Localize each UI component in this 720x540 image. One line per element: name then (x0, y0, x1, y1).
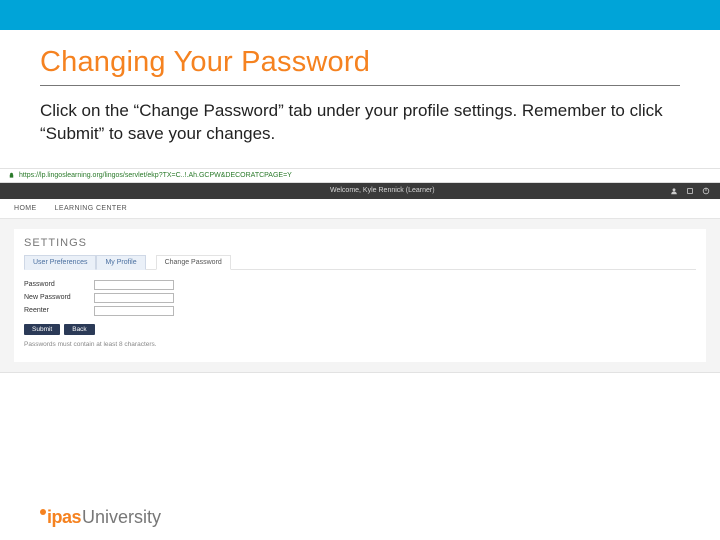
slide-body: Click on the “Change Password” tab under… (40, 100, 680, 146)
logo-suffix: University (82, 507, 161, 528)
top-bar-icons (670, 187, 710, 195)
label-password: Password (24, 281, 94, 288)
logo-dot-icon (40, 509, 46, 515)
url-text: https://lp.lingoslearning.org/lingos/ser… (19, 172, 292, 179)
main-nav: HOME LEARNING CENTER (0, 199, 720, 219)
tab-change-password[interactable]: Change Password (156, 255, 231, 270)
input-password[interactable] (94, 280, 174, 290)
tab-my-profile[interactable]: My Profile (96, 255, 145, 270)
submit-button[interactable]: Submit (24, 324, 60, 335)
browser-address-bar: https://lp.lingoslearning.org/lingos/ser… (0, 169, 720, 183)
nav-learning-center[interactable]: LEARNING CENTER (55, 205, 128, 212)
tab-user-preferences[interactable]: User Preferences (24, 255, 96, 270)
settings-tabs: User Preferences My Profile Change Passw… (24, 255, 696, 270)
back-button[interactable]: Back (64, 324, 94, 335)
logout-icon[interactable] (702, 187, 710, 195)
lock-icon (8, 172, 15, 179)
slide-content: Changing Your Password Click on the “Cha… (0, 30, 720, 146)
input-new-password[interactable] (94, 293, 174, 303)
settings-panel: SETTINGS User Preferences My Profile Cha… (14, 229, 706, 362)
input-reenter[interactable] (94, 306, 174, 316)
button-row: Submit Back (24, 324, 696, 335)
footer-logo: ipas University (40, 507, 161, 528)
app-top-bar: Welcome, Kyle Rennick (Learner) (0, 183, 720, 199)
settings-icon[interactable] (686, 187, 694, 195)
user-icon[interactable] (670, 187, 678, 195)
row-password: Password (24, 280, 696, 290)
password-hint: Passwords must contain at least 8 charac… (24, 341, 696, 348)
row-new-password: New Password (24, 293, 696, 303)
settings-heading: SETTINGS (24, 237, 696, 249)
label-reenter: Reenter (24, 307, 94, 314)
welcome-text: Welcome, Kyle Rennick (Learner) (330, 187, 435, 194)
slide-title: Changing Your Password (40, 46, 680, 79)
nav-home[interactable]: HOME (14, 205, 37, 212)
title-rule (40, 85, 680, 86)
slide-accent-bar (0, 0, 720, 30)
logo-brand: ipas (47, 507, 81, 528)
row-reenter: Reenter (24, 306, 696, 316)
label-new-password: New Password (24, 294, 94, 301)
embedded-screenshot: https://lp.lingoslearning.org/lingos/ser… (0, 168, 720, 373)
